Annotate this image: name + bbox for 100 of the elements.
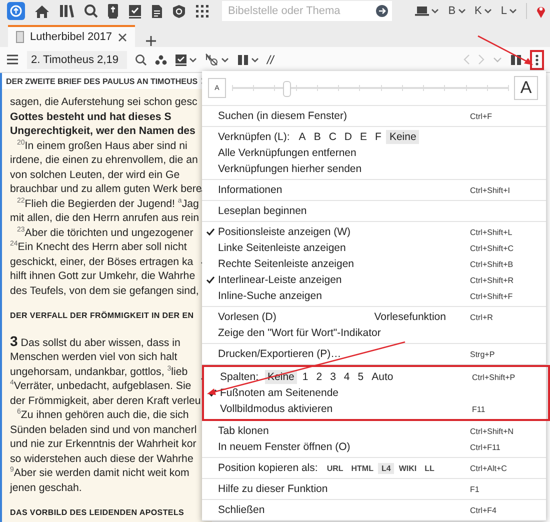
three-dots-icon[interactable] xyxy=(155,54,167,64)
strong-numbers-icon[interactable] xyxy=(205,53,219,66)
search-field[interactable]: Bibelstelle oder Thema xyxy=(228,5,376,17)
menu-item[interactable]: Informationen Ctrl+Shift+I xyxy=(202,182,546,198)
library-icon[interactable] xyxy=(59,4,75,18)
menu-item[interactable]: Inline-Suche anzeigen Ctrl+Shift+F xyxy=(202,288,546,304)
menu-item[interactable]: Hilfe zu dieser Funktion F1 xyxy=(202,481,546,497)
close-icon[interactable] xyxy=(118,32,127,42)
bible-text-line: jenen geschah. xyxy=(10,480,82,495)
font-larger-button[interactable]: A xyxy=(514,76,538,100)
laptop-icon xyxy=(415,6,430,16)
book-check-icon[interactable] xyxy=(175,54,187,66)
bible-text-line: so widerstehen auch diese der Wahrhe xyxy=(10,452,194,466)
columns-icon[interactable] xyxy=(237,54,249,66)
app-logo-button[interactable] xyxy=(7,2,25,20)
option-button[interactable]: 1 xyxy=(299,370,312,384)
menu-item-extra: Vorlesefunktion xyxy=(374,311,446,323)
option-button[interactable]: B xyxy=(310,130,324,144)
menu-dropdown[interactable]: B xyxy=(448,5,466,17)
option-button[interactable]: D xyxy=(341,130,356,144)
shortcut-label: Ctrl+Shift+C xyxy=(470,244,515,252)
option-button[interactable]: HTML xyxy=(348,462,376,474)
menu-item[interactable]: Linke Seitenleiste anzeigen Ctrl+Shift+C xyxy=(202,240,546,256)
caret-icon[interactable] xyxy=(221,56,229,62)
grid-icon[interactable] xyxy=(195,4,209,18)
search-icon[interactable] xyxy=(84,4,98,18)
shortcut-label: Ctrl+Shift+L xyxy=(470,228,514,236)
caret-icon[interactable] xyxy=(251,56,259,62)
option-button[interactable]: WIKI xyxy=(396,462,420,474)
option-button[interactable]: 4 xyxy=(340,370,353,384)
book-check-icon[interactable] xyxy=(128,4,142,18)
menu-item[interactable]: Fußnoten am Seitenende xyxy=(204,385,548,401)
bible-text-line: ungehorsam, undankbar, gottlos, $^{3}$lieb xyxy=(10,364,188,379)
menu-item[interactable]: Schließen Ctrl+F4 xyxy=(202,502,546,518)
tab-label[interactable]: Lutherbibel 2017 xyxy=(30,31,112,43)
document-icon[interactable] xyxy=(151,4,163,18)
option-button[interactable]: F xyxy=(372,130,384,144)
book-cross-icon[interactable] xyxy=(107,3,119,19)
option-button[interactable]: E xyxy=(357,130,370,144)
parallel-button[interactable]: // xyxy=(267,52,274,66)
option-button[interactable]: 2 xyxy=(313,370,326,384)
document-tab[interactable]: Lutherbibel 2017 xyxy=(8,25,135,47)
option-button[interactable]: LL xyxy=(422,462,438,474)
menu-dropdown[interactable]: K xyxy=(474,5,492,17)
search-bar[interactable]: Bibelstelle oder Thema xyxy=(222,1,392,21)
section-heading: DAS VORBILD DES LEIDENDEN APOSTELS xyxy=(10,507,184,519)
menu-label: Spalten: xyxy=(220,371,259,383)
shortcut-label: Ctrl+Shift+F xyxy=(470,292,514,300)
bible-text-line: Menschen werden viel von sich halt xyxy=(10,350,178,364)
font-size-slider[interactable] xyxy=(232,80,508,96)
bible-text-line: $^{9}$Aber sie werden damit nicht weit kom xyxy=(10,466,190,480)
shortcut-label: Ctrl+F11 xyxy=(470,442,502,452)
menu-item[interactable]: Vollbildmodus aktivieren F11 xyxy=(204,401,548,417)
home-icon[interactable] xyxy=(34,4,50,18)
option-button[interactable]: 5 xyxy=(354,370,367,384)
menu-item[interactable]: Tab klonen Ctrl+Shift+N xyxy=(202,423,546,439)
shortcut-label: Ctrl+Shift+I xyxy=(470,186,512,194)
bible-text-line: Sünden beladen sind und von mancherl xyxy=(10,422,197,437)
bible-text-line: $^{4}$Verräter, unbedacht, aufgeblasen. Sie xyxy=(10,379,192,394)
option-button[interactable]: L4 xyxy=(378,462,394,474)
menu-item[interactable]: Zeige den "Wort für Wort"-Indikator xyxy=(202,325,546,341)
bible-text-line: 3 Das sollst du aber wissen, dass in xyxy=(10,334,180,350)
section-heading: DER VERFALL DER FRÖMMIGKEIT IN DER EN xyxy=(10,310,194,322)
menu-item[interactable]: Alle Verknüpfungen entfernen xyxy=(202,145,546,161)
shortcut-label: Ctrl+R xyxy=(470,312,494,322)
menu-item[interactable]: Rechte Seitenleiste anzeigen Ctrl+Shift+B xyxy=(202,256,546,272)
option-button[interactable]: A xyxy=(296,130,309,144)
menu-dropdown[interactable]: L xyxy=(500,5,517,17)
caret-icon[interactable] xyxy=(431,8,440,14)
menu-item[interactable]: Interlinear-Leiste anzeigen Ctrl+Shift+R xyxy=(202,272,546,288)
bible-text-line: der Frömmigkeit, aber deren Kraft verleu xyxy=(10,394,201,408)
option-button[interactable]: URL xyxy=(324,462,346,474)
option-button[interactable]: 3 xyxy=(327,370,339,384)
option-button[interactable]: Auto xyxy=(368,370,396,384)
caret-icon[interactable] xyxy=(484,8,492,14)
device-menu-button[interactable] xyxy=(415,6,440,16)
shortcut-label: Ctrl+F xyxy=(470,112,493,120)
menu-item[interactable]: In neuem Fenster öffnen (O) Ctrl+F11 xyxy=(202,439,546,455)
shield-icon[interactable] xyxy=(172,4,186,18)
add-tab-icon[interactable] xyxy=(144,35,157,47)
shortcut-label: F1 xyxy=(470,484,480,494)
caret-icon[interactable] xyxy=(189,56,197,62)
caret-icon[interactable] xyxy=(509,8,517,14)
slider-thumb[interactable] xyxy=(283,81,292,97)
shortcut-label: F11 xyxy=(472,404,486,414)
reference-field[interactable]: 2. Timotheus 2,19 xyxy=(27,50,127,68)
search-icon[interactable] xyxy=(135,54,147,66)
option-button[interactable]: Keine xyxy=(386,130,420,144)
menu-item[interactable]: Positionsleiste anzeigen (W) Ctrl+Shift+L xyxy=(202,224,546,240)
menu-icon[interactable] xyxy=(6,54,19,65)
columns-icon[interactable] xyxy=(510,54,522,66)
menu-item[interactable]: Drucken/Exportieren (P)… Strg+P xyxy=(202,346,546,362)
caret-icon[interactable] xyxy=(458,8,466,14)
menu-item[interactable]: Leseplan beginnen xyxy=(202,203,546,219)
more-icon xyxy=(535,54,539,66)
menu-item[interactable]: Vorlesen (D) Vorlesefunktion Ctrl+R xyxy=(202,309,546,325)
location-pin-icon[interactable] xyxy=(536,4,546,18)
menu-item[interactable]: Suchen (in diesem Fenster) Ctrl+F xyxy=(202,108,546,124)
menu-item[interactable]: Verknüpfungen hierher senden xyxy=(202,161,546,177)
option-button[interactable]: C xyxy=(326,130,340,144)
